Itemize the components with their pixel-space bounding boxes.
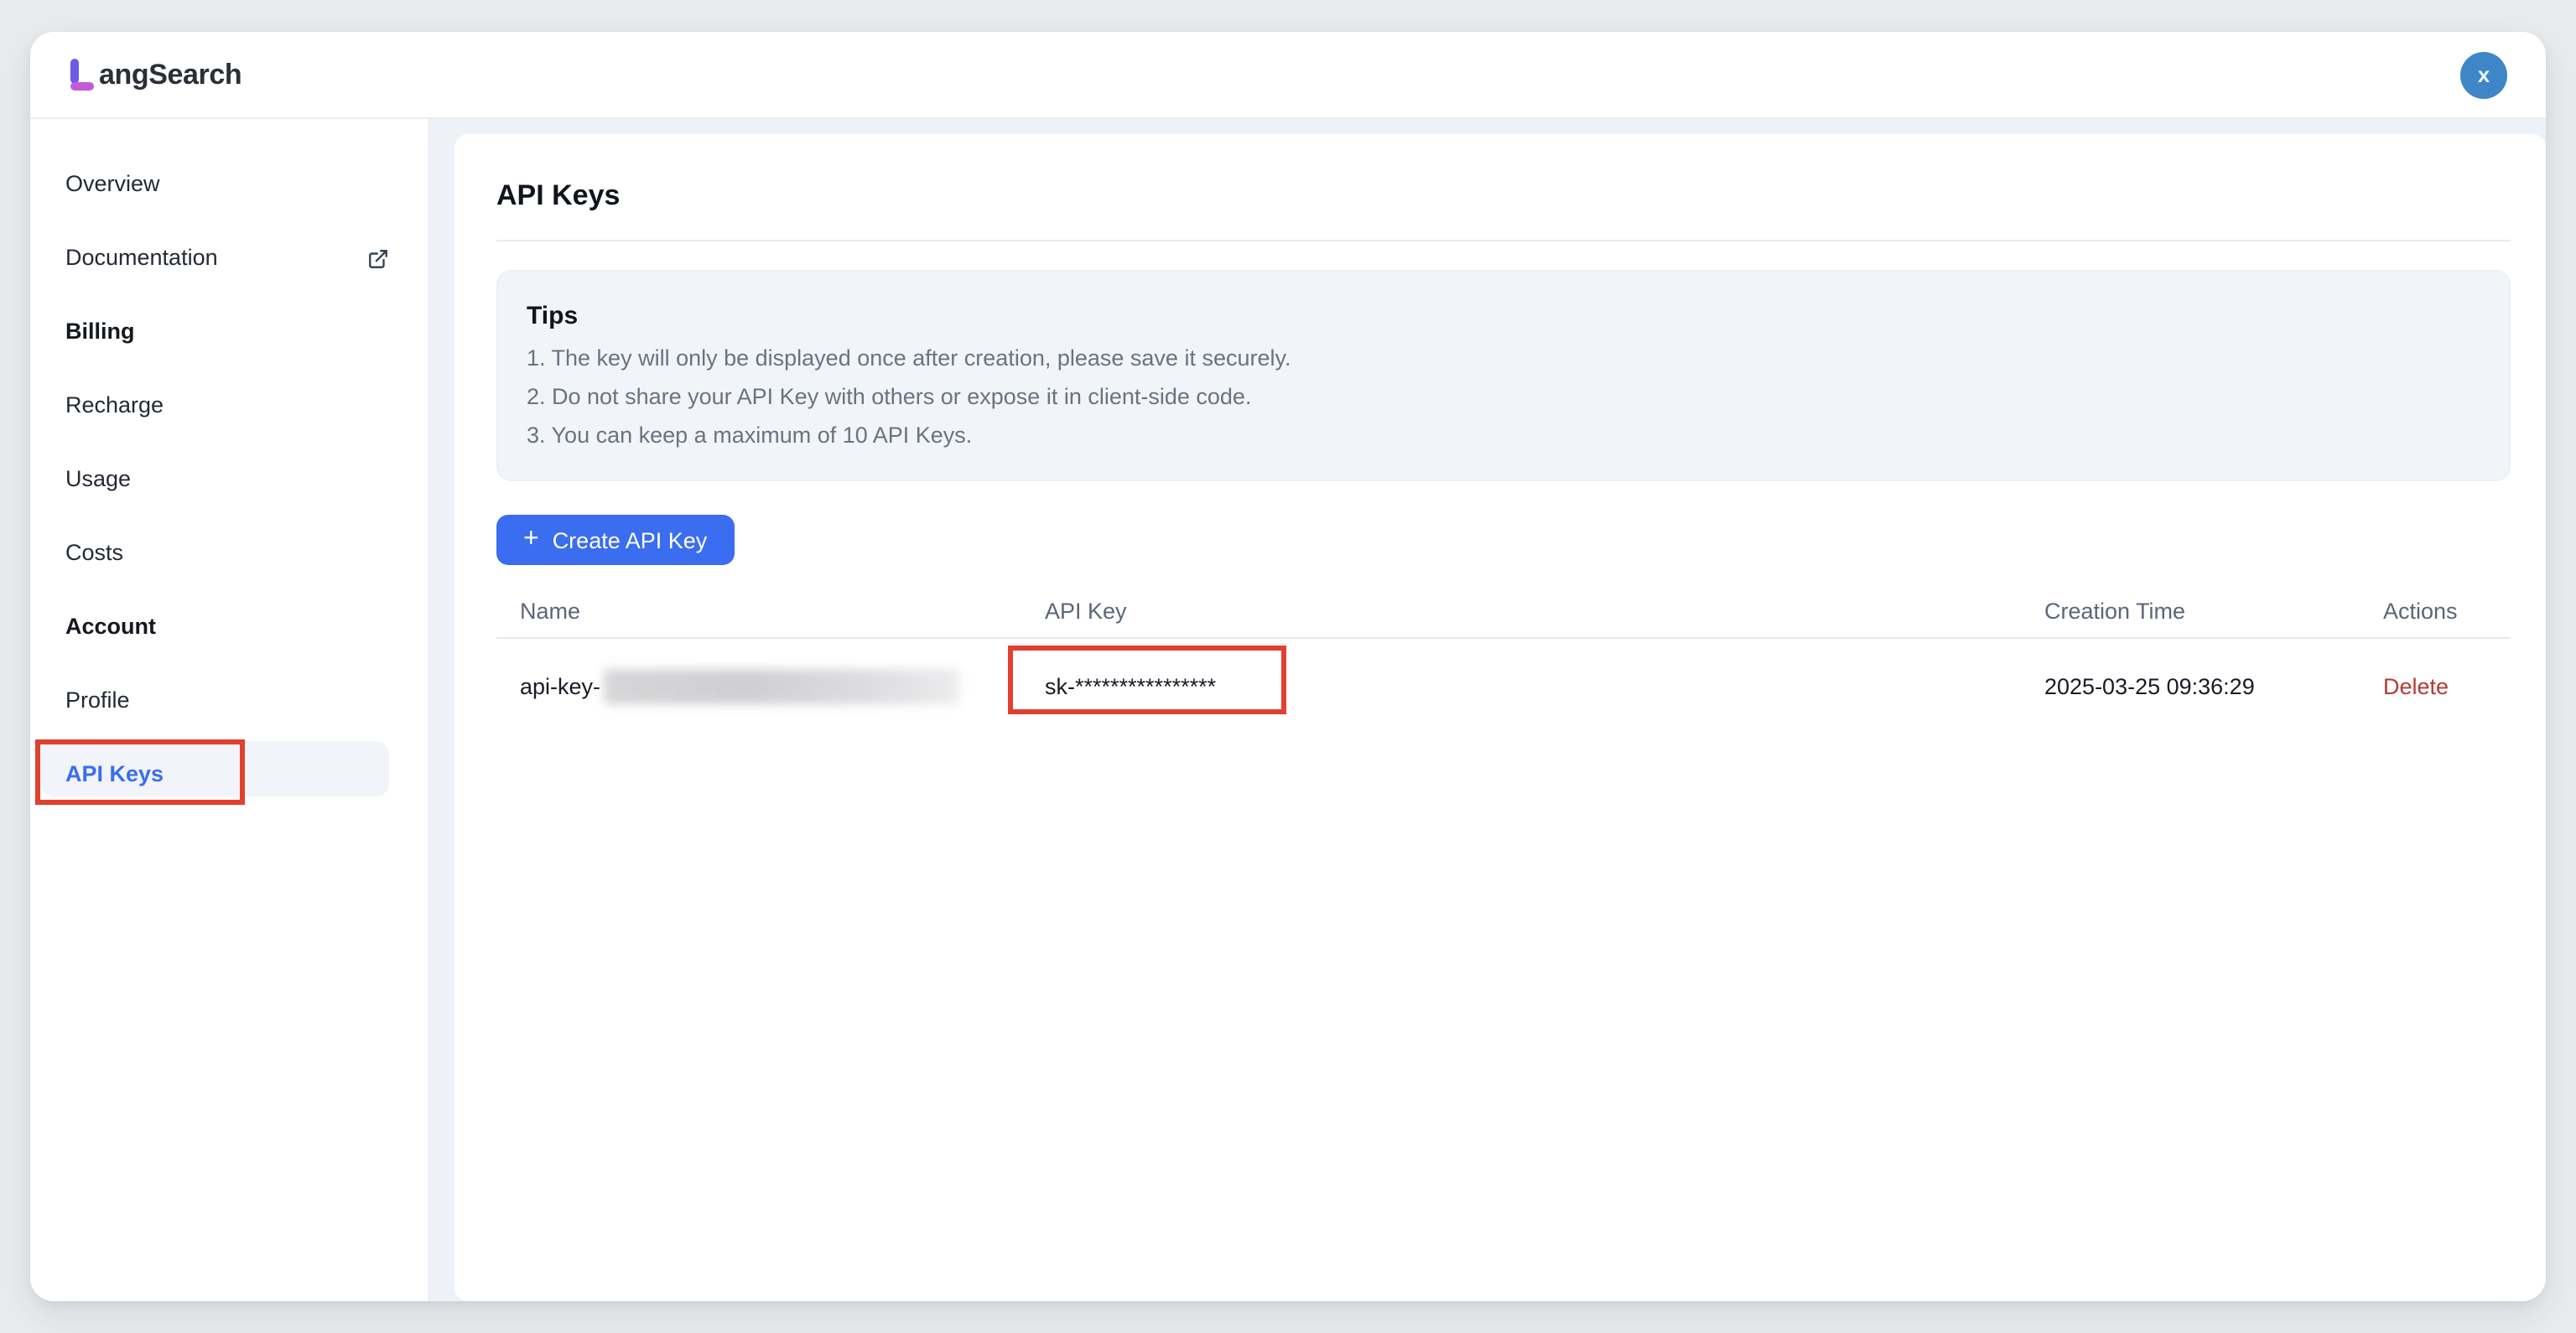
external-link-icon: [367, 247, 389, 269]
brand-l-icon: [69, 59, 96, 91]
redacted-name-blur: [604, 668, 959, 703]
create-api-key-button[interactable]: + Create API Key: [496, 515, 734, 565]
brand-text: angSearch: [99, 59, 242, 91]
sidebar-item-costs[interactable]: Costs: [30, 516, 428, 590]
delete-link[interactable]: Delete: [2383, 673, 2449, 698]
tips-title: Tips: [527, 300, 2480, 332]
page-title: API Keys: [496, 164, 2511, 213]
sidebar-item-overview[interactable]: Overview: [30, 148, 428, 221]
api-keys-table: Name API Key Creation Time Actions api-k…: [496, 585, 2511, 733]
card-body: Overview Documentation Billing: [30, 119, 2546, 1301]
sidebar-item-documentation[interactable]: Documentation: [30, 221, 428, 295]
sidebar-item-usage[interactable]: Usage: [30, 443, 428, 516]
top-bar: angSearch x: [30, 32, 2546, 119]
tips-item: 1. The key will only be displayed once a…: [527, 339, 2480, 377]
api-key-name-prefix: api-key-: [520, 673, 600, 698]
table-row: api-key- sk-**************** 2025-03-25 …: [496, 639, 2511, 733]
tips-item: 2. Do not share your API Key with others…: [527, 377, 2480, 416]
sidebar: Overview Documentation Billing: [30, 119, 428, 1301]
table-header-row: Name API Key Creation Time Actions: [496, 585, 2511, 639]
column-header-api-key: API Key: [1045, 599, 2044, 624]
sidebar-section-billing: Billing: [30, 295, 428, 369]
annotation-box-api-key-cell: [1008, 646, 1286, 714]
user-avatar[interactable]: x: [2460, 51, 2507, 98]
sidebar-item-profile[interactable]: Profile: [30, 664, 428, 738]
plus-icon: +: [523, 526, 539, 552]
annotation-box-sidebar-api-keys: [35, 739, 245, 805]
cell-actions: Delete: [2360, 673, 2511, 698]
title-divider: [496, 240, 2511, 241]
cell-creation-time: 2025-03-25 09:36:29: [2044, 673, 2360, 698]
column-header-actions: Actions: [2360, 599, 2511, 624]
sidebar-section-account: Account: [30, 590, 428, 664]
app-window: angSearch x Overview Documentation: [0, 0, 2576, 1333]
main-panel: API Keys Tips 1. The key will only be di…: [454, 134, 2546, 1301]
cell-name: api-key-: [496, 668, 1045, 703]
tips-box: Tips 1. The key will only be displayed o…: [496, 270, 2511, 481]
column-header-name: Name: [496, 599, 1045, 624]
app-card: angSearch x Overview Documentation: [30, 32, 2546, 1301]
brand-logo[interactable]: angSearch: [69, 59, 242, 91]
sidebar-item-recharge[interactable]: Recharge: [30, 369, 428, 443]
column-header-creation-time: Creation Time: [2044, 599, 2360, 624]
tips-list: 1. The key will only be displayed once a…: [527, 339, 2480, 454]
create-api-key-label: Create API Key: [553, 527, 708, 552]
tips-item: 3. You can keep a maximum of 10 API Keys…: [527, 416, 2480, 454]
